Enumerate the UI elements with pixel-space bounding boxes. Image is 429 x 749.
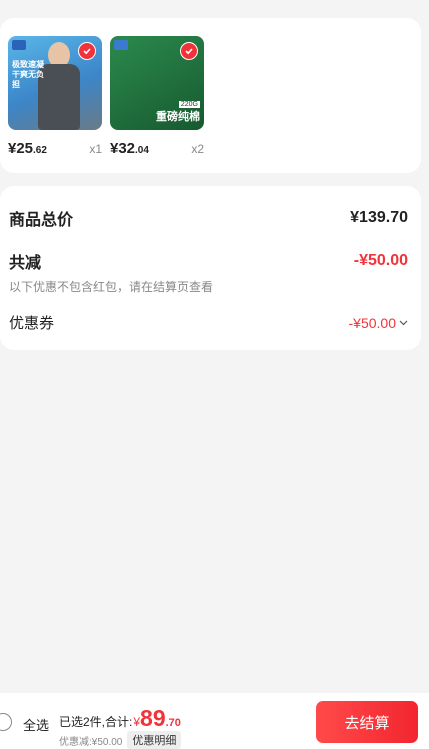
coupon-amount: -¥50.00	[348, 314, 396, 331]
selected-check-icon[interactable]	[78, 42, 96, 60]
checkout-bar: 全选 已选2件,合计: ¥ 89 .70 优惠减:¥50.00 优惠明细 去结算	[0, 693, 429, 749]
chevron-down-icon	[399, 320, 408, 325]
reduction-label: 共减	[9, 255, 42, 272]
product-thumbnail[interactable]: 极致速凝 干爽无负担	[8, 36, 102, 130]
item-quantity: x2	[191, 142, 204, 156]
item-quantity: x1	[89, 142, 102, 156]
brand-logo	[114, 40, 128, 50]
discount-line: 优惠减:¥50.00 优惠明细	[59, 731, 182, 749]
currency-symbol: ¥	[133, 715, 141, 729]
checkout-button[interactable]: 去结算	[316, 701, 418, 743]
thumbnail-caption: 极致速凝 干爽无负担	[12, 60, 44, 89]
brand-logo	[12, 40, 26, 50]
reduction-row: 共减 -¥50.00	[9, 249, 408, 273]
cart-item[interactable]: 极致速凝 干爽无负担 ¥25.62 x1	[8, 36, 102, 157]
coupon-row[interactable]: 优惠券 -¥50.00	[9, 312, 408, 333]
select-all-label[interactable]: 全选	[23, 715, 49, 734]
coupon-label: 优惠券	[9, 315, 55, 332]
price-summary-card: 商品总价 ¥139.70 共减 -¥50.00 以下优惠不包含红包，请在结算页查…	[0, 186, 421, 350]
total-price-row: 商品总价 ¥139.70	[9, 206, 408, 230]
product-thumbnail[interactable]: 220G 重磅纯棉	[110, 36, 204, 130]
total-price-value: ¥139.70	[350, 209, 408, 226]
selected-check-icon[interactable]	[180, 42, 198, 60]
total-price-label: 商品总价	[9, 212, 74, 229]
cart-item[interactable]: 220G 重磅纯棉 ¥32.04 x2	[110, 36, 204, 157]
selected-items-card: 极致速凝 干爽无负担 ¥25.62 x1 220G 重磅纯棉 ¥32.04 x2	[0, 18, 421, 173]
selected-count-text: 已选2件,合计:	[59, 715, 133, 729]
discount-note: 以下优惠不包含红包，请在结算页查看	[9, 280, 214, 294]
coupon-value[interactable]: -¥50.00	[349, 315, 408, 331]
price-row: ¥25.62 x1	[8, 140, 102, 157]
discount-detail-button[interactable]: 优惠明细	[127, 731, 182, 749]
select-all-radio[interactable]	[0, 713, 12, 731]
reduction-value: -¥50.00	[353, 252, 408, 269]
item-price: ¥25.62	[8, 140, 47, 157]
item-price: ¥32.04	[110, 140, 149, 157]
selected-total: 已选2件,合计: ¥ 89 .70	[59, 705, 181, 732]
weight-badge: 220G	[178, 101, 200, 108]
total-amount-decimal: .70	[165, 717, 181, 729]
price-row: ¥32.04 x2	[110, 140, 204, 157]
discount-amount: 优惠减:¥50.00	[59, 736, 123, 748]
thumbnail-caption: 重磅纯棉	[156, 111, 200, 123]
total-amount-integer: 89	[140, 705, 166, 731]
